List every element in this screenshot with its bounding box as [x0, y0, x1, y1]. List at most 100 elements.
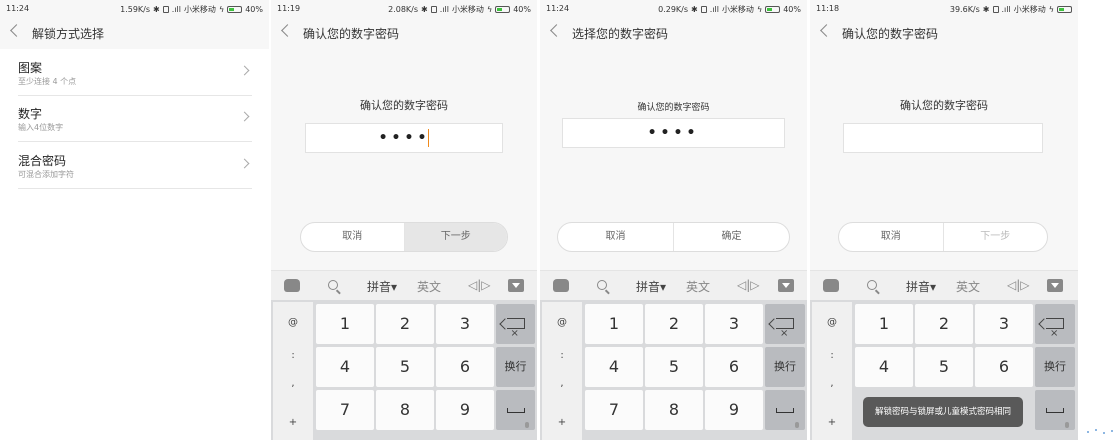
symbol-key[interactable]: @: [273, 317, 313, 328]
key-5[interactable]: 5: [376, 347, 434, 387]
english-mode[interactable]: 英文: [686, 278, 710, 295]
key-2[interactable]: 2: [915, 304, 973, 344]
key-9[interactable]: 9: [705, 390, 763, 430]
pin-dots: ••••: [378, 130, 431, 146]
keyboard-mascot-icon[interactable]: [553, 279, 569, 292]
key-4[interactable]: 4: [316, 347, 374, 387]
backspace-icon: [1046, 314, 1064, 354]
symbol-key[interactable]: :: [812, 350, 852, 361]
confirm-button[interactable]: 确定: [673, 223, 789, 251]
key-6[interactable]: 6: [436, 347, 494, 387]
back-arrow-icon[interactable]: [10, 24, 23, 37]
cancel-button[interactable]: 取消: [558, 223, 673, 251]
numeric-keypad: @ : , + 1 2 3 4 5 6 换行 7 8 9: [540, 300, 807, 440]
key-6[interactable]: 6: [705, 347, 763, 387]
delete-key[interactable]: [1035, 304, 1075, 354]
back-arrow-icon[interactable]: [281, 24, 294, 37]
search-icon[interactable]: [867, 280, 877, 290]
newline-key[interactable]: 换行: [496, 347, 535, 387]
key-4[interactable]: 4: [855, 347, 913, 387]
hide-keyboard-icon[interactable]: [508, 279, 524, 292]
pin-input[interactable]: ••••: [562, 118, 785, 148]
symbol-key[interactable]: ,: [542, 378, 582, 389]
key-9[interactable]: 9: [436, 390, 494, 430]
newline-key[interactable]: 换行: [1035, 347, 1075, 387]
key-3[interactable]: 3: [436, 304, 494, 344]
unlock-method-screen: 11:24 1.59K/s ✱ .ıll 小米移动 ϟ 40% 解锁方式选择 图…: [0, 0, 269, 440]
settings-list: 图案 至少连接 4 个点 数字 输入4位数字 混合密码 可混合添加字符: [0, 49, 269, 440]
carrier-name: 小米移动: [183, 5, 216, 14]
space-key[interactable]: [1035, 390, 1075, 430]
key-7[interactable]: 7: [316, 390, 374, 430]
hide-keyboard-icon[interactable]: [778, 279, 794, 292]
search-icon[interactable]: [328, 280, 338, 290]
key-2[interactable]: 2: [645, 304, 703, 344]
pinyin-mode[interactable]: 拼音▾: [636, 278, 666, 295]
symbol-key[interactable]: @: [542, 317, 582, 328]
cancel-button[interactable]: 取消: [301, 223, 404, 251]
mic-icon: [1065, 422, 1069, 428]
network-speed: 1.59K/s: [120, 5, 151, 14]
hide-keyboard-icon[interactable]: [1047, 279, 1063, 292]
back-arrow-icon[interactable]: [820, 24, 833, 37]
divider: [18, 141, 252, 142]
numeric-keypad: @ : , + 1 2 3 4 5 6 换行 7 8 9: [271, 300, 537, 440]
symbol-key[interactable]: ,: [812, 378, 852, 389]
search-icon[interactable]: [597, 280, 607, 290]
choose-pin-screen: 11:24 0.29K/s ✱ .ıll 小米移动 ϟ 40% 选择您的数字密码…: [540, 0, 807, 440]
symbol-key[interactable]: ,: [273, 378, 313, 389]
key-6[interactable]: 6: [975, 347, 1033, 387]
symbol-key[interactable]: @: [812, 317, 852, 328]
newline-key[interactable]: 换行: [765, 347, 805, 387]
list-item-mixed[interactable]: 混合密码 可混合添加字符: [0, 152, 252, 188]
list-item-numeric[interactable]: 数字 输入4位数字: [0, 105, 252, 141]
pinyin-mode[interactable]: 拼音▾: [906, 278, 936, 295]
list-item-title: 图案: [18, 61, 43, 75]
space-key[interactable]: [765, 390, 805, 430]
key-5[interactable]: 5: [915, 347, 973, 387]
delete-key[interactable]: [765, 304, 805, 354]
english-mode[interactable]: 英文: [956, 278, 980, 295]
list-item-pattern[interactable]: 图案 至少连接 4 个点: [0, 59, 252, 95]
list-item-subtitle: 可混合添加字符: [18, 170, 74, 179]
back-arrow-icon[interactable]: [550, 24, 563, 37]
cursor-move-icon[interactable]: ◁|▷: [1007, 278, 1030, 292]
symbol-key[interactable]: +: [812, 417, 852, 428]
pin-input[interactable]: [843, 123, 1043, 153]
battery-level: 40%: [513, 5, 531, 14]
cancel-button[interactable]: 取消: [839, 223, 943, 251]
key-2[interactable]: 2: [376, 304, 434, 344]
symbol-key[interactable]: +: [542, 417, 582, 428]
key-4[interactable]: 4: [585, 347, 643, 387]
delete-key[interactable]: [496, 304, 535, 354]
symbol-key[interactable]: +: [273, 417, 313, 428]
key-8[interactable]: 8: [376, 390, 434, 430]
title-bar: 选择您的数字密码: [540, 17, 807, 49]
battery-level: 40%: [245, 5, 263, 14]
english-mode[interactable]: 英文: [417, 278, 441, 295]
key-7[interactable]: 7: [585, 390, 643, 430]
pin-prompt: 确认您的数字密码: [637, 103, 710, 113]
key-1[interactable]: 1: [585, 304, 643, 344]
next-button[interactable]: 下一步: [403, 223, 507, 251]
pin-input[interactable]: ••••: [305, 123, 503, 153]
symbol-key[interactable]: :: [273, 350, 313, 361]
space-icon: [1046, 408, 1064, 413]
symbol-key[interactable]: :: [542, 350, 582, 361]
lock-icon: [700, 6, 707, 13]
next-button[interactable]: 下一步: [942, 223, 1048, 251]
keyboard-mascot-icon[interactable]: [823, 279, 839, 292]
cursor-move-icon[interactable]: ◁|▷: [737, 278, 760, 292]
key-8[interactable]: 8: [645, 390, 703, 430]
keyboard-mascot-icon[interactable]: [284, 279, 300, 292]
cursor-move-icon[interactable]: ◁|▷: [468, 278, 491, 292]
space-key[interactable]: [496, 390, 535, 430]
status-time: 11:18: [816, 4, 840, 13]
key-3[interactable]: 3: [705, 304, 763, 344]
key-1[interactable]: 1: [316, 304, 374, 344]
key-3[interactable]: 3: [975, 304, 1033, 344]
key-5[interactable]: 5: [645, 347, 703, 387]
key-1[interactable]: 1: [855, 304, 913, 344]
status-bar: 11:19 2.08K/s ✱ .ıll 小米移动 ϟ 40%: [271, 0, 537, 17]
pinyin-mode[interactable]: 拼音▾: [367, 278, 397, 295]
